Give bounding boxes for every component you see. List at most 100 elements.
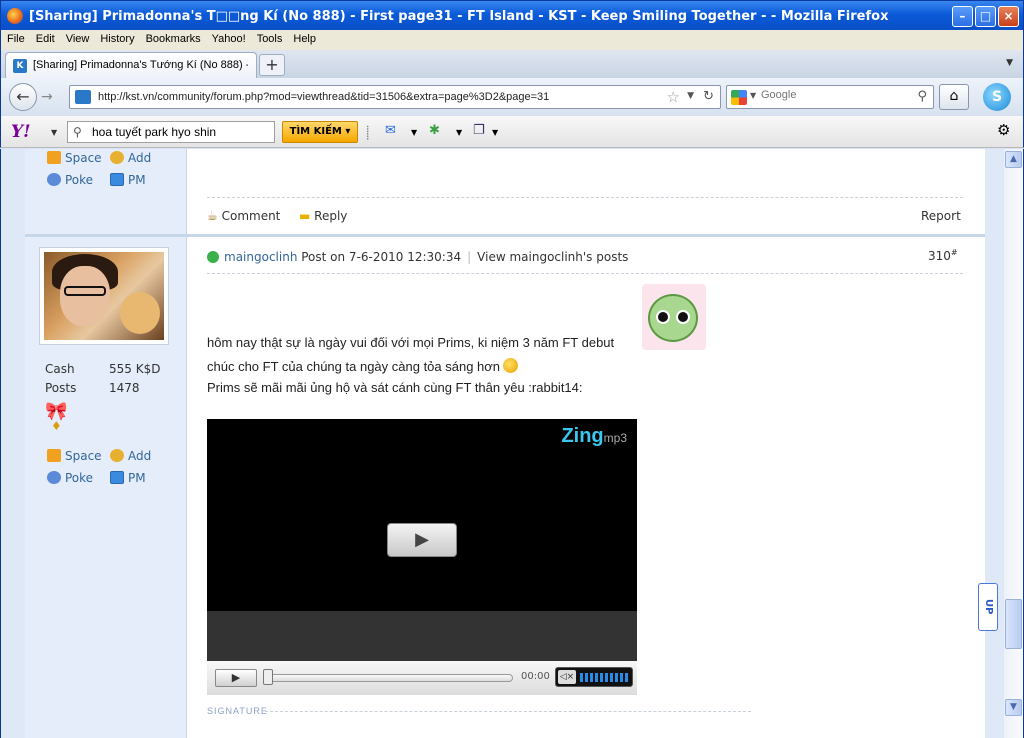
yahoo-logo[interactable]: Y!: [11, 122, 31, 142]
back-to-top-button[interactable]: UP: [978, 583, 998, 631]
menu-view[interactable]: View: [60, 30, 95, 45]
prev-space-link[interactable]: Space: [47, 151, 102, 165]
address-bar[interactable]: http://kst.vn/community/forum.php?mod=vi…: [69, 85, 721, 109]
vertical-scrollbar[interactable]: ▲ ▼: [1004, 149, 1024, 738]
kiss-emoji-icon: [503, 358, 519, 373]
site-favicon-icon: K: [13, 59, 27, 73]
site-identity-icon[interactable]: [75, 90, 91, 104]
play-button[interactable]: ▶: [215, 669, 257, 687]
handshake-icon: [110, 449, 124, 462]
prev-poke-label: Poke: [65, 173, 94, 187]
menu-bookmarks[interactable]: Bookmarks: [140, 30, 206, 45]
add-friend-link[interactable]: Add: [110, 449, 151, 463]
author-link[interactable]: maingoclinh: [224, 250, 297, 264]
post-date: Post on 7-6-2010 12:30:34: [301, 250, 462, 264]
messenger-chevron-icon[interactable]: ▼: [456, 128, 462, 146]
scroll-thumb[interactable]: [1005, 599, 1022, 649]
player-controls: ▶ 00:00 ◁×: [207, 661, 637, 695]
comment-icon: ☕: [207, 209, 218, 223]
pm-link[interactable]: PM: [110, 471, 146, 485]
pages-chevron-icon[interactable]: ▼: [492, 128, 498, 146]
yahoo-menu-chevron-icon[interactable]: ▼: [51, 128, 57, 137]
sticker-eye: [656, 310, 670, 324]
window-title: [Sharing] Primadonna's T□□ng Kí (No 888)…: [29, 9, 889, 24]
forward-button[interactable]: →: [41, 89, 53, 105]
signature-label: SIGNATURE: [207, 706, 268, 716]
report-action[interactable]: Report: [921, 209, 961, 223]
post-floor-number[interactable]: 310#: [928, 248, 958, 263]
avatar[interactable]: [39, 247, 169, 345]
messenger-icon[interactable]: ✱: [429, 123, 440, 141]
menu-help[interactable]: Help: [287, 30, 321, 45]
zing-logo: Zingmp3: [561, 425, 627, 448]
stat-posts-label: Posts: [45, 381, 77, 395]
maximize-button[interactable]: □: [975, 6, 996, 27]
comment-action[interactable]: ☕ Comment: [207, 209, 280, 223]
prev-add-friend-link[interactable]: Add: [110, 151, 151, 165]
tab-list-chevron-icon[interactable]: ▼: [1006, 58, 1013, 68]
view-posts-link[interactable]: View maingoclinh's posts: [477, 250, 628, 264]
web-search-input[interactable]: [761, 89, 911, 101]
bookmark-star-icon[interactable]: ☆: [667, 88, 680, 106]
yahoo-search-button[interactable]: TÌM KIẾM ▾: [282, 121, 358, 143]
space-link[interactable]: Space: [47, 449, 102, 463]
mail-icon[interactable]: ✉: [385, 123, 396, 141]
reply-icon: ▬: [299, 209, 311, 223]
web-search-box[interactable]: ▼ ⚲: [726, 85, 934, 109]
yahoo-search-box[interactable]: ⚲: [67, 121, 275, 143]
post-line-3: Prims sẽ mãi mãi ủng hộ và sát cánh cùng…: [207, 380, 583, 395]
post-header: maingoclinh Post on 7-6-2010 12:30:34 | Vi…: [207, 250, 628, 264]
big-play-button[interactable]: ▶: [387, 523, 457, 557]
menu-history[interactable]: History: [94, 30, 139, 45]
seek-bar[interactable]: [265, 674, 513, 682]
zing-mp3-player[interactable]: Zingmp3 ▶ ▶ 00:00 ◁×: [207, 419, 637, 695]
home-button[interactable]: ⌂: [939, 84, 969, 110]
signature-divider: [265, 711, 751, 712]
mute-speaker-icon[interactable]: ◁×: [558, 670, 576, 684]
menu-edit[interactable]: Edit: [30, 30, 60, 45]
new-tab-button[interactable]: +: [259, 54, 285, 76]
prev-pm-link[interactable]: PM: [110, 173, 146, 187]
minimize-button[interactable]: –: [952, 6, 973, 27]
page-viewport: Space Add Poke PM ☕ Comment ▬ Reply Repo…: [0, 149, 1004, 738]
url-text[interactable]: http://kst.vn/community/forum.php?mod=vi…: [98, 91, 549, 103]
seek-handle[interactable]: [263, 669, 273, 685]
avatar-face: [60, 266, 110, 326]
mail-chevron-icon[interactable]: ▼: [411, 128, 417, 146]
skype-icon[interactable]: S: [983, 83, 1011, 111]
pages-icon[interactable]: ❐: [473, 123, 485, 141]
avatar-dog: [120, 292, 160, 334]
volume-control[interactable]: ◁×: [555, 667, 633, 687]
reply-action[interactable]: ▬ Reply: [299, 209, 347, 223]
scroll-down-button[interactable]: ▼: [1005, 699, 1022, 716]
tab-forum-thread[interactable]: K [Sharing] Primadonna's Tướng Kí (No 88…: [5, 52, 257, 78]
stat-posts-value: 1478: [109, 381, 140, 395]
close-button[interactable]: ×: [998, 6, 1019, 27]
poke-icon: [47, 471, 61, 484]
sticker-image: [642, 284, 706, 350]
gear-icon[interactable]: ⚙: [997, 121, 1010, 139]
google-engine-icon[interactable]: [731, 90, 747, 105]
yahoo-search-button-label: TÌM KIẾM: [289, 126, 342, 137]
back-button[interactable]: ←: [9, 83, 37, 111]
scroll-up-button[interactable]: ▲: [1005, 151, 1022, 168]
floor-number: 310: [928, 249, 951, 263]
divider: [207, 197, 963, 198]
sticker-eye: [676, 310, 690, 324]
engine-dropdown-icon[interactable]: ▼: [750, 91, 756, 100]
back-to-top-label: UP: [983, 599, 994, 615]
menu-yahoo[interactable]: Yahoo!: [206, 30, 251, 45]
prev-poke-link[interactable]: Poke: [47, 173, 93, 187]
poke-link[interactable]: Poke: [47, 471, 93, 485]
add-label: Add: [128, 449, 152, 463]
history-dropdown-icon[interactable]: ▼: [687, 91, 694, 101]
volume-bars[interactable]: [580, 673, 628, 682]
title-bar: [Sharing] Primadonna's T□□ng Kí (No 888)…: [0, 0, 1024, 30]
user-sidebar-column: [25, 149, 187, 738]
menu-file[interactable]: File: [1, 30, 30, 45]
envelope-icon: [110, 173, 124, 186]
menu-tools[interactable]: Tools: [251, 30, 288, 45]
reload-icon[interactable]: ↻: [703, 89, 714, 104]
search-icon[interactable]: ⚲: [917, 89, 927, 104]
yahoo-search-input[interactable]: [92, 125, 272, 139]
